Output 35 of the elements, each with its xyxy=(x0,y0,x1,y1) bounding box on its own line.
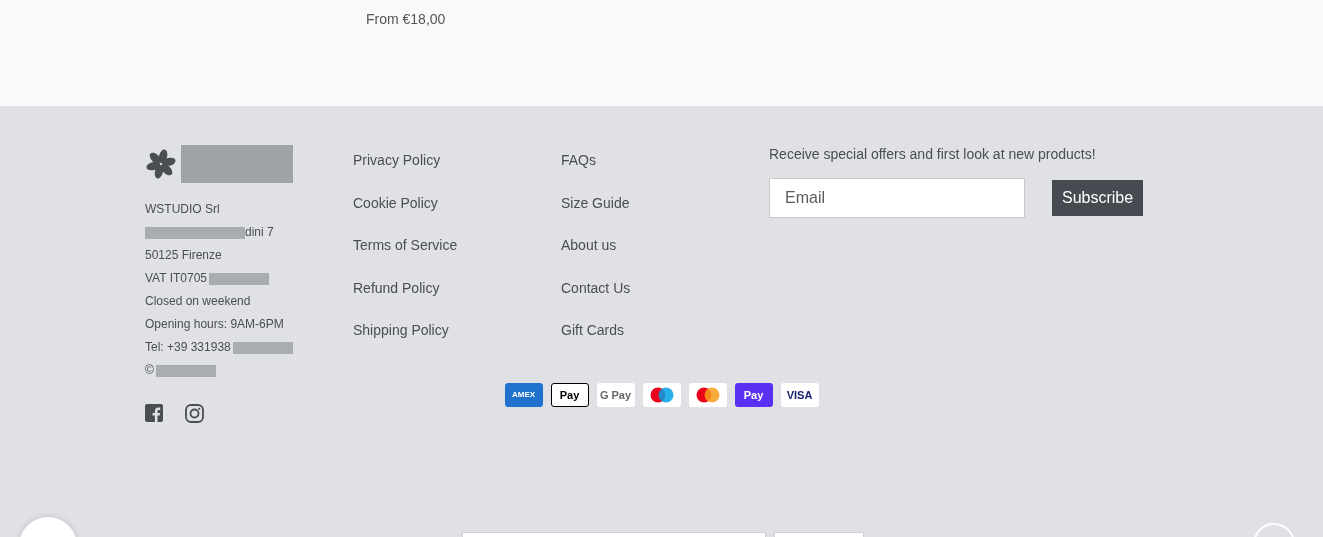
company-info-text: Opening hours: 9AM-6PM xyxy=(145,316,284,333)
footer-link[interactable]: Contact Us xyxy=(561,279,631,296)
redaction-block xyxy=(209,272,270,285)
footer-link[interactable]: About us xyxy=(561,237,617,253)
company-info-text: © xyxy=(145,362,154,379)
product-price: From €18,00 xyxy=(366,10,446,29)
instagram-icon[interactable] xyxy=(185,404,204,423)
footer-link[interactable]: Gift Cards xyxy=(561,322,624,338)
footer-link[interactable]: Terms of Service xyxy=(353,237,458,253)
company-info-text: Tel: +39 331938 xyxy=(145,339,231,356)
company-info-text: VAT IT0705 xyxy=(145,270,208,287)
subscribe-button[interactable]: Subscribe xyxy=(1052,180,1144,216)
footer-link[interactable]: Refund Policy xyxy=(353,279,440,296)
facebook-icon[interactable] xyxy=(145,404,163,422)
company-info-text: WSTUDIO Srl xyxy=(145,201,220,218)
apple-pay-card: Pay xyxy=(550,383,589,407)
maestro-card xyxy=(642,383,681,407)
visa-card: VISA xyxy=(780,383,819,407)
footer-link[interactable]: Privacy Policy xyxy=(353,152,441,168)
mastercard-card xyxy=(688,383,727,407)
amex-card: AMEX xyxy=(504,383,543,407)
company-info-text: dini 7 xyxy=(245,224,274,241)
footer-link[interactable]: Size Guide xyxy=(561,194,630,211)
footer-link[interactable]: Cookie Policy xyxy=(353,194,438,211)
footer-link[interactable]: FAQs xyxy=(561,152,596,168)
redaction-block xyxy=(155,364,216,377)
shop-pay-card: Pay xyxy=(734,383,773,407)
email-field[interactable]: Email xyxy=(769,178,1025,218)
google-pay-card: G Pay xyxy=(596,383,635,407)
redaction-block xyxy=(232,341,293,354)
company-info-text: Closed on weekend xyxy=(145,293,251,310)
footer-link[interactable]: Shipping Policy xyxy=(353,322,449,338)
newsletter-heading: Receive special offers and first look at new products! xyxy=(769,145,1097,164)
logo-flower-icon xyxy=(145,148,177,180)
company-info-text: 50125 Firenze xyxy=(145,247,222,264)
